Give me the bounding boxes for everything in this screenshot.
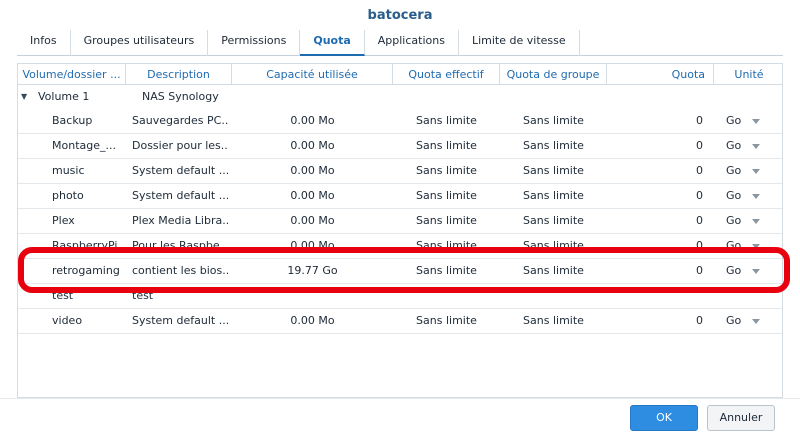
cell-quota[interactable]: 0 bbox=[607, 109, 703, 133]
table-header: Volume/dossier ... Description Capacité … bbox=[18, 63, 782, 85]
cell-unit[interactable]: Go bbox=[726, 309, 750, 333]
table-row[interactable]: Backup Sauvegardes PC... 0.00 Mo Sans limit… bbox=[18, 109, 782, 134]
cell-quota[interactable]: 0 bbox=[607, 184, 703, 208]
cell-volume: music bbox=[52, 164, 85, 177]
tab-limite-de-vitesse[interactable]: Limite de vitesse bbox=[459, 30, 580, 56]
cell-capacity: 0.00 Mo bbox=[290, 189, 335, 202]
cell-quota[interactable]: 0 bbox=[607, 309, 703, 333]
cell-effective-quota: Sans limite bbox=[416, 114, 477, 127]
cell-volume: Montage_... bbox=[52, 139, 116, 152]
cell-description: Dossier pour les... bbox=[132, 139, 228, 152]
tab-infos[interactable]: Infos bbox=[17, 30, 71, 56]
quota-table: Volume/dossier ... Description Capacité … bbox=[17, 63, 783, 398]
tab-permissions[interactable]: Permissions bbox=[208, 30, 301, 56]
volume-description: NAS Synology bbox=[142, 90, 219, 103]
unit-dropdown-arrow-icon[interactable] bbox=[752, 144, 760, 149]
cell-effective-quota: Sans limite bbox=[416, 189, 477, 202]
cell-volume: Plex bbox=[52, 214, 75, 227]
table-row[interactable]: video System default ... 0.00 Mo Sans limit… bbox=[18, 309, 782, 334]
ok-button[interactable]: OK bbox=[630, 405, 698, 431]
volume-group-row[interactable]: ▼ Volume 1 NAS Synology bbox=[18, 85, 782, 110]
cell-quota[interactable]: 0 bbox=[607, 134, 703, 158]
volume-name: Volume 1 bbox=[38, 90, 90, 103]
cell-capacity: 0.00 Mo bbox=[290, 314, 335, 327]
cell-group-quota: Sans limite bbox=[523, 214, 584, 227]
cancel-button[interactable]: Annuler bbox=[707, 405, 775, 431]
unit-dropdown-arrow-icon[interactable] bbox=[752, 194, 760, 199]
cell-unit[interactable]: Go bbox=[726, 134, 750, 158]
cell-effective-quota: Sans limite bbox=[416, 214, 477, 227]
cell-group-quota: Sans limite bbox=[523, 139, 584, 152]
unit-dropdown-arrow-icon[interactable] bbox=[752, 219, 760, 224]
cell-volume: Backup bbox=[52, 114, 93, 127]
unit-dropdown-arrow-icon[interactable] bbox=[752, 169, 760, 174]
column-header-quota[interactable]: Quota bbox=[607, 64, 714, 85]
tab-applications[interactable]: Applications bbox=[365, 30, 459, 56]
column-header-group-quota[interactable]: Quota de groupe bbox=[500, 64, 607, 85]
column-header-effective-quota[interactable]: Quota effectif bbox=[393, 64, 500, 85]
column-header-unit[interactable]: Unité bbox=[714, 64, 782, 85]
tab-bar: Infos Groupes utilisateurs Permissions Q… bbox=[17, 30, 783, 56]
cell-description: Plex Media Libra... bbox=[132, 214, 228, 227]
column-header-capacity[interactable]: Capacité utilisée bbox=[232, 64, 393, 85]
table-row[interactable]: music System default ... 0.00 Mo Sans limit… bbox=[18, 159, 782, 184]
cell-effective-quota: Sans limite bbox=[416, 164, 477, 177]
cell-group-quota: Sans limite bbox=[523, 114, 584, 127]
table-row[interactable]: photo System default ... 0.00 Mo Sans limit… bbox=[18, 184, 782, 209]
cell-unit[interactable]: Go bbox=[726, 109, 750, 133]
cell-unit[interactable]: Go bbox=[726, 184, 750, 208]
column-header-volume[interactable]: Volume/dossier ... bbox=[18, 64, 126, 85]
cell-capacity: 0.00 Mo bbox=[290, 164, 335, 177]
cell-description: System default ... bbox=[132, 189, 228, 202]
window-title: batocera bbox=[367, 8, 433, 23]
column-header-description[interactable]: Description bbox=[126, 64, 232, 85]
cell-quota[interactable]: 0 bbox=[607, 209, 703, 233]
table-row[interactable]: Montage_... Dossier pour les... 0.00 Mo San… bbox=[18, 134, 782, 159]
cell-capacity: 0.00 Mo bbox=[290, 214, 335, 227]
unit-dropdown-arrow-icon[interactable] bbox=[752, 119, 760, 124]
cell-capacity: 0.00 Mo bbox=[290, 139, 335, 152]
cell-description: System default ... bbox=[132, 314, 228, 327]
cell-volume: video bbox=[52, 314, 83, 327]
cell-volume: photo bbox=[52, 189, 84, 202]
retrogaming-highlight-outline bbox=[18, 247, 790, 293]
cell-description: System default ... bbox=[132, 164, 228, 177]
caret-down-icon[interactable]: ▼ bbox=[21, 85, 31, 109]
footer-divider bbox=[0, 398, 800, 399]
tab-groupes-utilisateurs[interactable]: Groupes utilisateurs bbox=[71, 30, 209, 56]
cell-capacity: 0.00 Mo bbox=[290, 114, 335, 127]
table-row[interactable]: Plex Plex Media Libra... 0.00 Mo Sans limit… bbox=[18, 209, 782, 234]
cell-unit[interactable]: Go bbox=[726, 209, 750, 233]
cell-description: Sauvegardes PC... bbox=[132, 114, 228, 127]
tab-quota[interactable]: Quota bbox=[300, 30, 365, 56]
unit-dropdown-arrow-icon[interactable] bbox=[752, 319, 760, 324]
cell-effective-quota: Sans limite bbox=[416, 139, 477, 152]
cell-group-quota: Sans limite bbox=[523, 164, 584, 177]
cell-unit[interactable]: Go bbox=[726, 159, 750, 183]
cell-group-quota: Sans limite bbox=[523, 314, 584, 327]
cell-group-quota: Sans limite bbox=[523, 189, 584, 202]
cell-effective-quota: Sans limite bbox=[416, 314, 477, 327]
cell-quota[interactable]: 0 bbox=[607, 159, 703, 183]
